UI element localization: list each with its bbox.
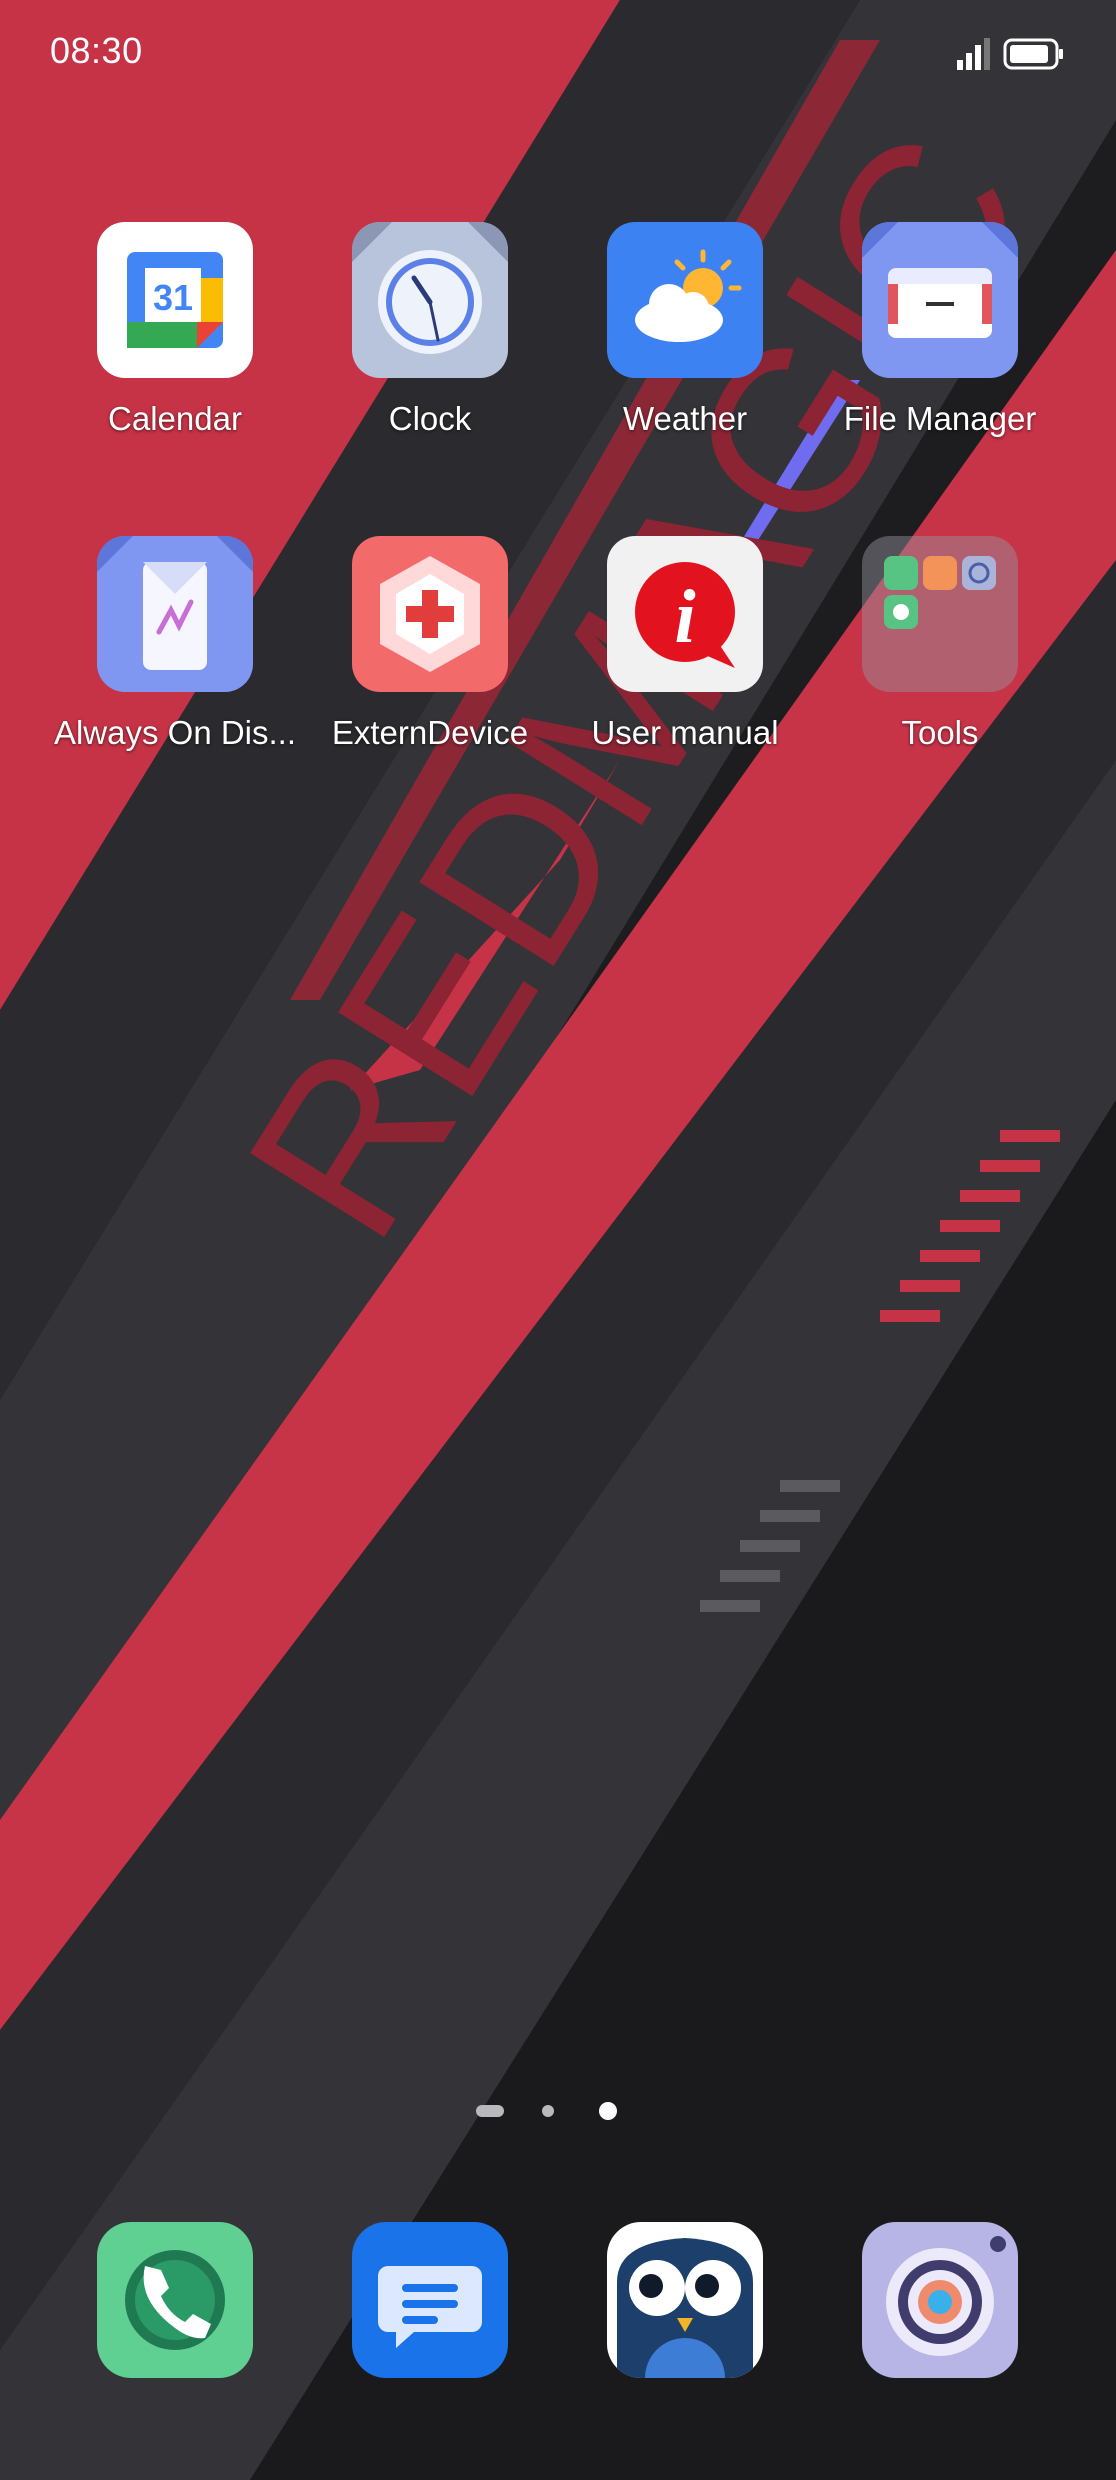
calendar-icon: 31 <box>97 222 253 378</box>
page-dot-home <box>476 2105 504 2117</box>
weather-icon <box>607 222 763 378</box>
owl-app-icon[interactable] <box>607 2222 763 2378</box>
tools-folder-icon <box>862 536 1018 692</box>
status-time: 08:30 <box>50 30 143 71</box>
app-label: File Manager <box>843 400 1037 437</box>
app-always-on-display[interactable]: Always On Dis... <box>50 536 300 752</box>
app-label: Always On Dis... <box>53 714 297 751</box>
app-label: Calendar <box>108 400 242 437</box>
status-bar: 08:30 <box>0 0 1116 110</box>
app-user-manual[interactable]: i User manual <box>560 536 810 752</box>
app-label: Clock <box>388 400 472 437</box>
app-clock[interactable]: Clock <box>305 222 555 438</box>
calendar-date: 31 <box>153 277 193 318</box>
battery-icon <box>1003 38 1063 70</box>
folder-tools[interactable]: Tools <box>815 536 1065 752</box>
page-indicator[interactable] <box>0 2096 1116 2126</box>
app-label: Weather <box>622 400 748 437</box>
always-on-display-icon <box>97 536 253 692</box>
user-manual-icon: i <box>607 536 763 692</box>
app-weather[interactable]: Weather <box>560 222 810 438</box>
app-label: ExternDevice <box>331 714 529 751</box>
messages-icon[interactable] <box>352 2222 508 2378</box>
file-manager-icon <box>862 222 1018 378</box>
camera-icon[interactable] <box>862 2222 1018 2378</box>
page-dot-current <box>599 2102 617 2120</box>
app-label: User manual <box>591 714 779 751</box>
app-label: Tools <box>901 714 979 751</box>
phone-icon[interactable] <box>97 2222 253 2378</box>
app-file-manager[interactable]: File Manager <box>815 222 1065 438</box>
app-externdevice[interactable]: ExternDevice <box>305 536 555 752</box>
clock-icon <box>352 222 508 378</box>
page-dot <box>542 2105 554 2117</box>
svg-text:i: i <box>674 575 695 659</box>
signal-icon <box>957 38 990 70</box>
app-calendar[interactable]: 31 Calendar <box>50 222 300 438</box>
externdevice-icon <box>352 536 508 692</box>
